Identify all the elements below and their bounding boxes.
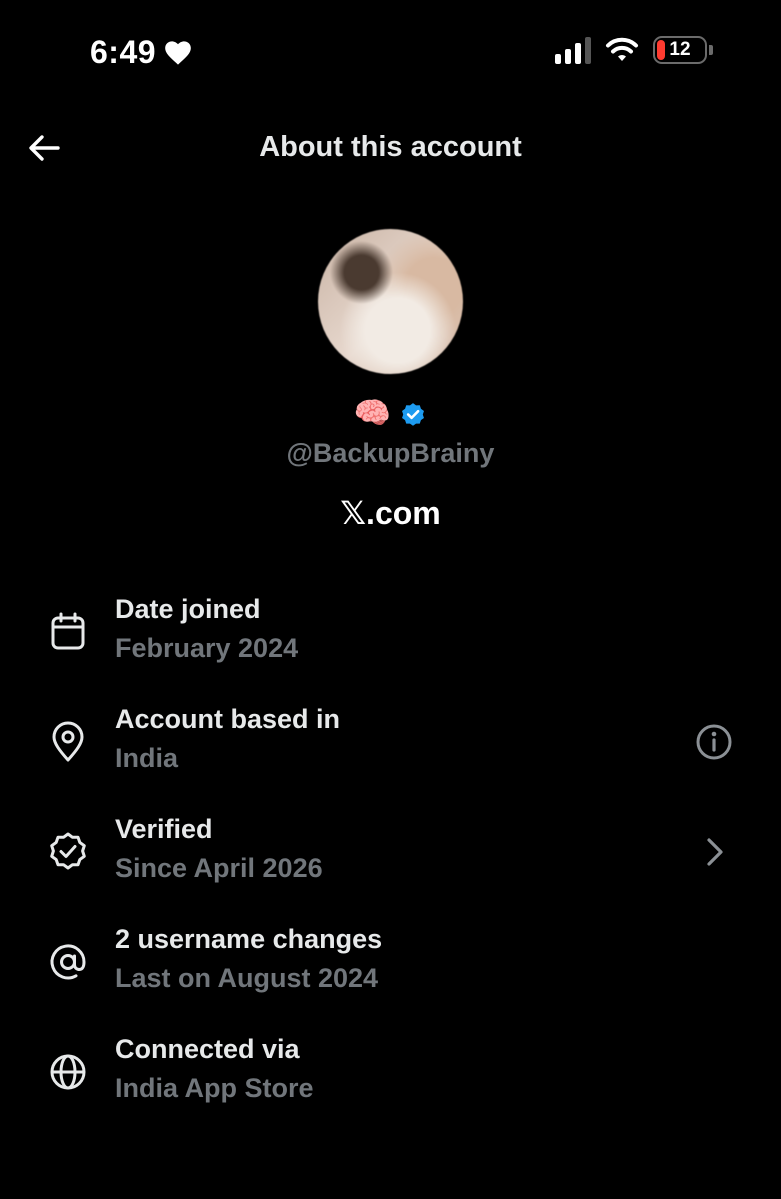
battery-level: 12: [669, 39, 691, 60]
row-label: 2 username changes: [115, 924, 383, 954]
status-indicators: 12: [555, 36, 713, 64]
location-pin-icon: [52, 721, 84, 762]
info-icon[interactable]: [693, 721, 735, 763]
page-header: About this account: [0, 120, 781, 176]
chevron-right-icon[interactable]: [693, 831, 735, 873]
connected-via-row: Connected via India App Store: [0, 1030, 781, 1114]
verified-badge-icon: [50, 832, 86, 870]
heart-icon: [165, 40, 191, 65]
row-value: Last on August 2024: [115, 963, 379, 993]
verified-row[interactable]: Verified Since April 2026: [0, 810, 781, 894]
signal-icon: [555, 36, 591, 64]
account-handle[interactable]: @BackupBrainy: [0, 438, 781, 469]
battery-icon: 12: [653, 36, 707, 64]
account-location-row[interactable]: Account based in India: [0, 700, 781, 784]
row-label: Account based in: [115, 704, 341, 734]
row-label: Date joined: [115, 594, 261, 624]
row-label: Verified: [115, 814, 213, 844]
status-bar: 6:49 12: [0, 0, 781, 100]
row-value: India App Store: [115, 1073, 314, 1103]
avatar[interactable]: [318, 229, 463, 374]
verified-badge-icon[interactable]: [399, 400, 427, 428]
row-label: Connected via: [115, 1034, 300, 1064]
display-name: 🧠: [0, 396, 781, 432]
at-sign-icon: [50, 944, 86, 980]
site-name: 𝕏.com: [340, 495, 441, 531]
status-time: 6:49: [90, 34, 192, 71]
globe-icon: [50, 1054, 86, 1090]
row-value: Since April 2026: [115, 853, 323, 883]
username-changes-row: 2 username changes Last on August 2024: [0, 920, 781, 1004]
brain-emoji: 🧠: [353, 397, 392, 430]
date-joined-row: Date joined February 2024: [0, 590, 781, 674]
row-value: February 2024: [115, 633, 299, 663]
row-value: India: [115, 743, 179, 773]
calendar-icon: [51, 612, 85, 650]
page-title: About this account: [259, 131, 522, 163]
wifi-icon: [606, 37, 638, 61]
status-time-text: 6:49: [90, 34, 157, 70]
